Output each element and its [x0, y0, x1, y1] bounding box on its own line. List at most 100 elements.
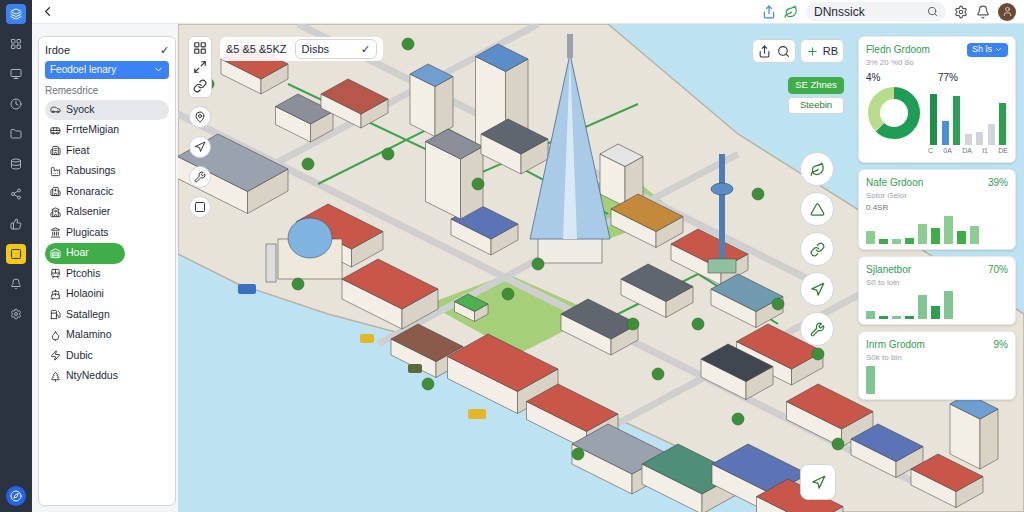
layer-item[interactable]: Rabusings — [45, 161, 169, 182]
tree — [302, 158, 314, 170]
search-icon — [777, 45, 790, 58]
layer-item[interactable]: Hoar — [45, 243, 125, 264]
rail-item[interactable] — [6, 34, 26, 54]
nav-icon — [10, 128, 22, 140]
map-control[interactable] — [800, 272, 834, 306]
nav-icon — [10, 98, 22, 110]
map-control[interactable] — [800, 192, 834, 226]
bar — [976, 132, 983, 145]
settings-icon[interactable] — [954, 5, 968, 19]
logo-icon — [10, 8, 22, 20]
avatar[interactable] — [998, 3, 1016, 21]
building — [701, 344, 773, 400]
user-icon — [1002, 6, 1013, 17]
bar-chart — [928, 85, 1008, 145]
roads — [178, 24, 938, 494]
north-button[interactable] — [800, 464, 836, 500]
tree — [652, 368, 664, 380]
control-icon — [810, 242, 825, 257]
search-field[interactable]: DNnssick — [806, 2, 946, 21]
layer-item[interactable]: Satallegn — [45, 305, 169, 326]
layer-item[interactable]: Ronaracic — [45, 182, 169, 203]
layer-item[interactable]: FrrteMigian — [45, 120, 169, 141]
building — [455, 294, 489, 322]
rail-item[interactable] — [6, 64, 26, 84]
bar — [918, 224, 927, 243]
card-subtitle: 3% 20 %0 8o — [866, 57, 1008, 69]
bar — [905, 316, 914, 319]
link-icon[interactable] — [193, 79, 207, 93]
tree — [692, 318, 704, 330]
map-view[interactable]: &5 &5 &5KZ Disbs✓ RB SE Zhnes Steebin Fledn G… — [178, 24, 1024, 512]
filter-dropdown[interactable]: Disbs✓ — [295, 39, 377, 59]
tree — [292, 278, 304, 290]
filter-chip[interactable]: &5 &5 &5KZ — [226, 41, 287, 58]
layer-item[interactable]: Ralsenier — [45, 202, 169, 223]
building — [950, 394, 998, 469]
card-value: 39% — [988, 175, 1008, 190]
bar — [892, 316, 901, 319]
leaf-icon[interactable] — [784, 5, 798, 19]
stat-card: Inrm Grodom9%S0k to bin — [858, 331, 1016, 400]
layer-item[interactable]: Malamino — [45, 325, 169, 346]
app-logo[interactable] — [6, 4, 26, 24]
rail-item[interactable] — [6, 244, 26, 264]
bar — [931, 306, 940, 319]
period-dropdown[interactable]: Sh ls — [967, 43, 1008, 57]
rail-item[interactable] — [6, 154, 26, 174]
map-mode-button[interactable]: SE Zhnes — [788, 77, 844, 94]
tool-button[interactable] — [189, 136, 211, 158]
map-toolbar — [188, 36, 212, 218]
card-title: Fledn Grdoom — [866, 42, 930, 57]
card-subtitle: S0 to loin — [866, 277, 1008, 289]
bell-icon[interactable] — [976, 5, 990, 19]
layer-item[interactable]: Dubic — [45, 346, 169, 367]
rail-item[interactable] — [6, 184, 26, 204]
grid-icon[interactable] — [193, 41, 207, 55]
layer-item[interactable]: Syock — [45, 100, 169, 121]
layer-item[interactable]: Ptcohis — [45, 264, 169, 285]
bar — [944, 291, 953, 319]
rail-item[interactable] — [6, 94, 26, 114]
nav-icon — [10, 278, 22, 290]
rail-item[interactable] — [6, 304, 26, 324]
building — [611, 194, 683, 248]
back-icon[interactable] — [40, 4, 55, 19]
tower — [530, 34, 610, 263]
bar — [879, 239, 888, 243]
axis-label: DE — [998, 146, 1008, 157]
layer-item[interactable]: NtyNeddus — [45, 366, 169, 387]
tree — [752, 188, 764, 200]
plus-icon — [806, 45, 819, 58]
layer-item[interactable]: Fieat — [45, 141, 169, 162]
nav-icon — [10, 248, 22, 260]
help-button[interactable] — [6, 486, 26, 506]
map-control[interactable] — [800, 312, 834, 346]
tool-button[interactable] — [189, 106, 211, 128]
donut-segment — [874, 93, 914, 133]
tool-button[interactable] — [189, 196, 211, 218]
map-control[interactable] — [800, 152, 834, 186]
layer-item[interactable]: Plugicats — [45, 223, 169, 244]
map-control[interactable] — [800, 232, 834, 266]
map-mode-button[interactable]: Steebin — [788, 97, 844, 114]
rail-item[interactable] — [6, 124, 26, 144]
rail-item[interactable] — [6, 274, 26, 294]
expand-icon[interactable] — [193, 60, 207, 74]
layer-item[interactable]: Holaoini — [45, 284, 169, 305]
building — [321, 79, 388, 128]
tool-button[interactable] — [189, 166, 211, 188]
route-lines — [288, 84, 778, 324]
building — [342, 259, 438, 329]
share-icon[interactable] — [762, 5, 776, 19]
nav-icon — [10, 308, 22, 320]
map-action[interactable]: RB — [800, 39, 844, 63]
layer-icon — [50, 125, 61, 136]
control-icon — [810, 202, 825, 217]
stats-panel: Fledn GrdoomSh ls3% 20 %0 8o4%77%C0ADAI1… — [858, 36, 1016, 400]
rail-item[interactable] — [6, 214, 26, 234]
map-action[interactable] — [752, 39, 796, 63]
bar — [892, 239, 901, 243]
panel-check[interactable]: ✓ — [160, 42, 169, 59]
dataset-dropdown[interactable]: Feodoel lenary — [45, 61, 169, 79]
